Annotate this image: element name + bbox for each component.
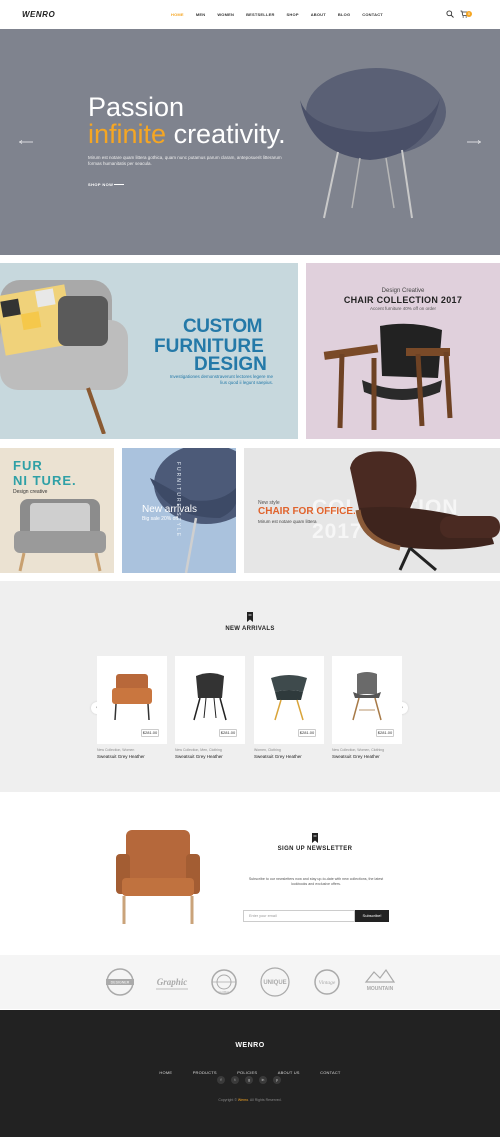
svg-text:Graphic: Graphic	[157, 977, 188, 987]
newsletter-title: SIGN UP NEWSLETTER	[277, 846, 353, 852]
nav-home[interactable]: HOME	[171, 12, 184, 17]
brand-logo-mountain[interactable]: MOUNTAIN	[360, 966, 400, 998]
nav-bestseller[interactable]: BESTSELLER	[246, 12, 274, 17]
arrow-right-icon[interactable]	[467, 140, 481, 144]
custom-banner-description: Investigationes demonstraverunt lectores…	[169, 374, 273, 385]
brand-logo-graphic[interactable]: Graphic	[152, 968, 192, 996]
shop-now-arrow-line	[114, 184, 124, 185]
product-card[interactable]: $281.00	[175, 656, 245, 744]
site-logo[interactable]: WENRO	[22, 10, 55, 19]
copyright-text: Copyright © Wenro. All Rights Reserved.	[218, 1098, 282, 1102]
svg-text:Vintage: Vintage	[319, 980, 336, 986]
collection-description: Accent furniture 40% off on order	[370, 306, 436, 311]
svg-text:UNIQUE: UNIQUE	[263, 980, 286, 986]
newsletter-chair-image	[116, 830, 200, 924]
main-nav: HOME MEN WOMEN BESTSELLER SHOP ABOUT BLO…	[171, 12, 395, 17]
bookmark-icon	[247, 612, 253, 622]
office-banner-title: CHAIR FOR OFFICE.	[258, 506, 356, 517]
brand-logo-global[interactable]: GLOBAL	[210, 968, 238, 996]
subscribe-button[interactable]: Subscribe!	[355, 910, 389, 922]
nav-blog[interactable]: BLOG	[338, 12, 350, 17]
price-tag: $281.00	[141, 729, 159, 737]
product-name[interactable]: Sweatsuit Grey Heather	[175, 754, 223, 759]
hero-chair-image	[300, 68, 446, 219]
product-category[interactable]: New Collection, Women	[97, 748, 134, 752]
office-banner-description: Mirum est notare quam littera	[258, 519, 317, 524]
grey-armchair-image	[14, 499, 106, 572]
pinterest-icon[interactable]: p	[273, 1076, 281, 1084]
product-image	[193, 673, 227, 721]
social-links: f t g in p	[217, 1076, 281, 1084]
hero-description: Mirum est notare quam littera gothica, q…	[88, 155, 282, 166]
price-tag: $281.00	[376, 729, 394, 737]
footer-nav-about[interactable]: ABOUT US	[278, 1070, 300, 1075]
shop-now-link[interactable]: SHOP NOW	[88, 182, 113, 187]
cart-count-badge: 0	[466, 11, 472, 17]
price-tag: $281.00	[298, 729, 316, 737]
footer-nav-home[interactable]: HOME	[159, 1070, 172, 1075]
nav-contact[interactable]: CONTACT	[362, 12, 383, 17]
facebook-icon[interactable]: f	[217, 1076, 225, 1084]
google-plus-icon[interactable]: g	[245, 1076, 253, 1084]
search-icon[interactable]	[446, 10, 454, 18]
nav-about[interactable]: ABOUT	[311, 12, 326, 17]
svg-text:DESIGNER: DESIGNER	[111, 981, 130, 985]
new-arrivals-banner-subtitle: Big sale 20% off	[142, 516, 179, 522]
brand-logos-strip	[0, 955, 500, 1009]
nav-shop[interactable]: SHOP	[287, 12, 299, 17]
product-category[interactable]: New Collection, Women, Clothing	[332, 748, 384, 752]
newsletter-description: Subscribe to our newsletters now and sta…	[248, 877, 384, 886]
bookmark-icon	[312, 833, 318, 843]
nav-women[interactable]: WOMEN	[217, 12, 234, 17]
leather-armchair-image	[323, 323, 453, 430]
nav-men[interactable]: MEN	[196, 12, 206, 17]
product-category[interactable]: New Collection, Men, Clothing	[175, 748, 222, 752]
svg-text:GLOBAL: GLOBAL	[218, 990, 230, 994]
brand-logo-designer[interactable]: DESIGNER	[104, 966, 136, 998]
custom-banner-line1: CUSTOM	[183, 316, 262, 337]
product-image	[352, 672, 382, 721]
new-arrivals-banner-title: New arrivals	[142, 504, 198, 515]
furniture-style-vertical-text: FURNITURE STYLE	[175, 462, 181, 539]
twitter-icon[interactable]: t	[231, 1076, 239, 1084]
brand-logo-vintage[interactable]: Vintage	[313, 968, 341, 996]
footer-nav-policies[interactable]: POLICIES	[237, 1070, 257, 1075]
sofa-image	[0, 280, 128, 434]
product-image	[271, 675, 307, 721]
footer-nav-products[interactable]: PRODUCTS	[193, 1070, 217, 1075]
price-tag: $281.00	[219, 729, 237, 737]
collection-title: CHAIR COLLECTION 2017	[343, 295, 463, 305]
office-recliner-image	[350, 451, 500, 572]
product-card[interactable]: $281.00	[254, 656, 324, 744]
hero-heading-line2: infinite creativity.	[88, 119, 286, 149]
product-image	[112, 674, 152, 721]
collection-subtitle: Design Creative	[381, 288, 425, 294]
arrow-left-icon[interactable]	[19, 140, 33, 144]
product-name[interactable]: Sweatsuit Grey Heather	[254, 754, 302, 759]
footer-nav-contact[interactable]: CONTACT	[320, 1070, 340, 1075]
furniture-banner-line1: FUR	[13, 458, 43, 473]
furniture-banner-line2: NI TURE.	[13, 473, 77, 488]
custom-banner-line3: DESIGN	[194, 354, 267, 375]
newsletter-email-input[interactable]: Enter your email	[243, 910, 355, 922]
linkedin-icon[interactable]: in	[259, 1076, 267, 1084]
product-card[interactable]: $281.00	[97, 656, 167, 744]
product-category[interactable]: Women, Clothing	[254, 748, 281, 752]
product-name[interactable]: Sweatsuit Grey Heather	[97, 754, 145, 759]
brand-logo-unique[interactable]: UNIQUE	[258, 966, 292, 998]
new-arrivals-title: NEW ARRIVALS	[225, 626, 275, 632]
svg-text:MOUNTAIN: MOUNTAIN	[367, 986, 394, 992]
product-name[interactable]: Sweatsuit Grey Heather	[332, 754, 380, 759]
footer-logo[interactable]: WENRO	[0, 1042, 500, 1049]
product-card[interactable]: $281.00	[332, 656, 402, 744]
